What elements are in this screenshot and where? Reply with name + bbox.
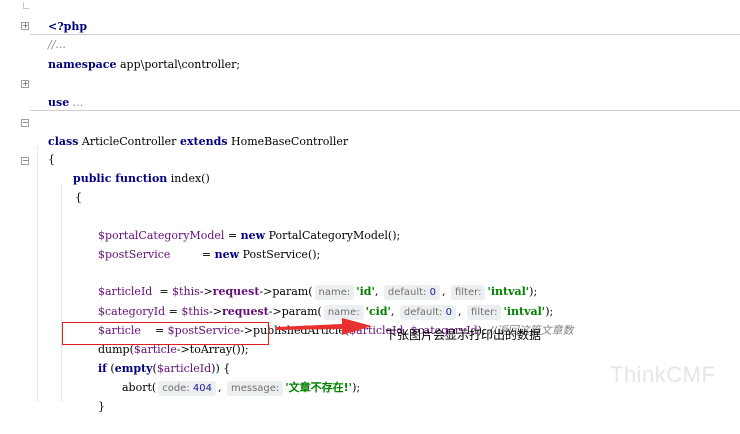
class-name: ArticleController	[78, 135, 180, 148]
code-text: );	[352, 381, 361, 394]
keyword: namespace	[48, 58, 117, 71]
folded-imports[interactable]: ...	[69, 96, 84, 109]
brace: }	[98, 400, 105, 413]
code-line[interactable]: $portalCategoryModel = new PortalCategor…	[84, 209, 400, 242]
red-arrow-icon	[276, 318, 372, 335]
keyword: extends	[179, 135, 228, 148]
code-line[interactable]: {	[61, 171, 82, 204]
code-line[interactable]: public function index()	[59, 152, 210, 185]
hint-label: code:	[162, 383, 190, 394]
code-line[interactable]: <?php	[34, 0, 87, 33]
number-literal: 404	[192, 383, 212, 394]
brace: {	[75, 191, 82, 204]
operator: =	[170, 248, 215, 261]
code-line[interactable]: //...	[34, 18, 66, 51]
code-line[interactable]: use ...	[34, 76, 83, 109]
code-line[interactable]: {	[34, 133, 55, 166]
keyword: function	[111, 172, 168, 185]
annotation-text: 下张图片会显示打印出的数据	[385, 328, 542, 342]
fold-collapse-icon[interactable]	[23, 2, 29, 9]
method-name: index()	[167, 172, 210, 185]
section-separator	[30, 34, 740, 35]
parent-class: HomeBaseController	[227, 135, 349, 148]
fold-expand-icon[interactable]: +	[21, 80, 29, 88]
code-line[interactable]: namespace app\portal\controller;	[34, 38, 240, 71]
namespace-path: app\portal\controller;	[116, 58, 241, 71]
code-line[interactable]: abort(code: 404, message: '文章不存在!');	[108, 361, 360, 396]
fold-collapse-icon[interactable]: −	[21, 157, 29, 165]
parameter-hint: code: 404	[158, 381, 216, 396]
code-line[interactable]: }	[84, 380, 105, 413]
highlight-box	[62, 322, 269, 345]
code-line[interactable]: $categoryId = $this->request->param(name…	[84, 285, 553, 320]
code-line[interactable]: $articleId = $this->request->param(name:…	[84, 265, 537, 300]
code-text: PostService();	[239, 248, 321, 261]
code-line[interactable]: $postService = new PostService();	[84, 228, 320, 261]
parameter-hint: message:	[226, 381, 284, 396]
code-text: abort(	[122, 381, 157, 394]
fold-expand-icon[interactable]: +	[21, 22, 29, 30]
keyword: if	[98, 362, 107, 375]
section-separator	[30, 110, 740, 111]
variable: $postService	[98, 248, 171, 261]
brace: {	[48, 153, 55, 166]
keyword: new	[214, 248, 240, 261]
keyword: use	[48, 96, 70, 109]
string-literal: '文章不存在!'	[285, 381, 353, 394]
code-line[interactable]: class ArticleController extends HomeBase…	[34, 115, 348, 148]
code-text: ,	[217, 381, 225, 394]
fold-collapse-icon[interactable]: −	[21, 119, 29, 127]
watermark: ThinkCMF	[610, 362, 716, 387]
